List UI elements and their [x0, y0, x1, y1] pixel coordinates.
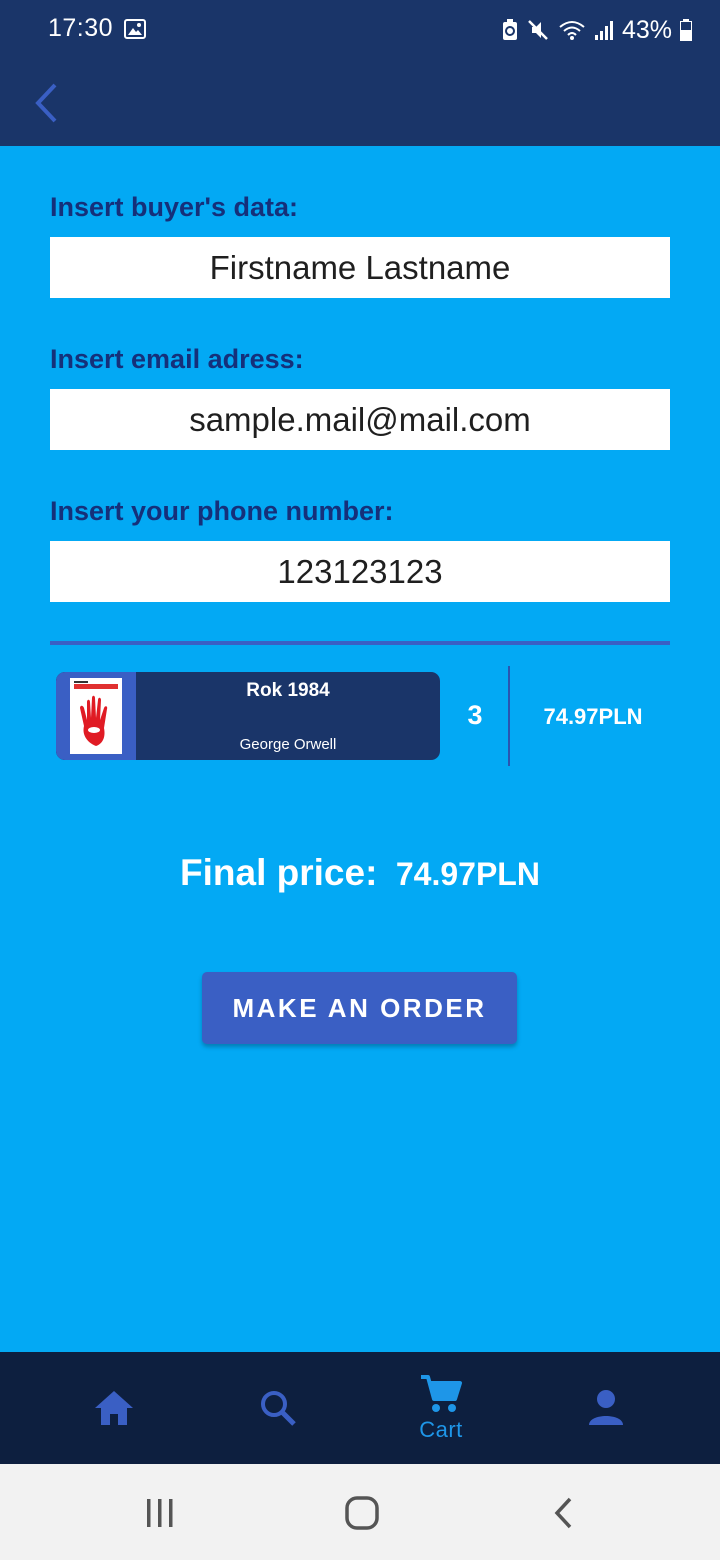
back-icon [554, 1497, 572, 1529]
account-icon [589, 1390, 623, 1425]
final-price-row: Final price: 74.97PLN [0, 852, 720, 894]
mute-icon [526, 19, 550, 41]
final-price-value: 74.97PLN [395, 856, 540, 892]
signal-icon [594, 19, 614, 41]
wifi-icon [558, 19, 586, 41]
book-cover-frame [56, 672, 136, 760]
image-icon [124, 19, 146, 39]
item-author: George Orwell [239, 736, 337, 753]
nav-search[interactable] [218, 1352, 338, 1464]
nav-account[interactable] [546, 1352, 666, 1464]
app-bar [0, 60, 720, 146]
status-bar: 17:30 43% [0, 0, 720, 60]
status-icons: 43% [502, 14, 692, 46]
system-navigation [0, 1464, 720, 1560]
nav-cart-label: Cart [419, 1417, 463, 1442]
bottom-navigation: Cart [0, 1352, 720, 1464]
system-home-button[interactable] [332, 1488, 392, 1538]
final-price-label: Final price: [180, 852, 378, 893]
nav-home[interactable] [54, 1352, 174, 1464]
phone-label: Insert your phone number: [50, 496, 394, 526]
name-label: Insert buyer's data: [50, 192, 298, 222]
chevron-left-icon [35, 83, 57, 123]
nav-cart[interactable]: Cart [381, 1352, 501, 1464]
item-title: Rok 1984 [246, 680, 330, 701]
home-icon [95, 1391, 133, 1425]
book-cover-image [70, 678, 122, 754]
search-icon [261, 1391, 296, 1426]
status-time: 17:30 [48, 14, 114, 42]
battery-icon [680, 19, 692, 41]
make-order-button[interactable]: MAKE AN ORDER [202, 972, 517, 1044]
cart-icon [421, 1375, 462, 1412]
email-label: Insert email adress: [50, 344, 304, 374]
battery-percent: 43% [621, 15, 672, 44]
cart-item-card[interactable]: Rok 1984 George Orwell [56, 672, 440, 760]
email-field[interactable] [50, 389, 670, 450]
back-button[interactable] [22, 78, 72, 128]
phone-field[interactable] [50, 541, 670, 602]
recents-button[interactable] [130, 1488, 190, 1538]
name-field[interactable] [50, 237, 670, 298]
battery-saver-icon [502, 19, 518, 41]
item-price: 74.97PLN [543, 704, 643, 729]
home-circle-icon [345, 1496, 379, 1530]
system-back-button[interactable] [534, 1488, 594, 1538]
recents-icon [147, 1499, 173, 1527]
item-quantity: 3 [467, 700, 483, 730]
divider [50, 641, 670, 645]
